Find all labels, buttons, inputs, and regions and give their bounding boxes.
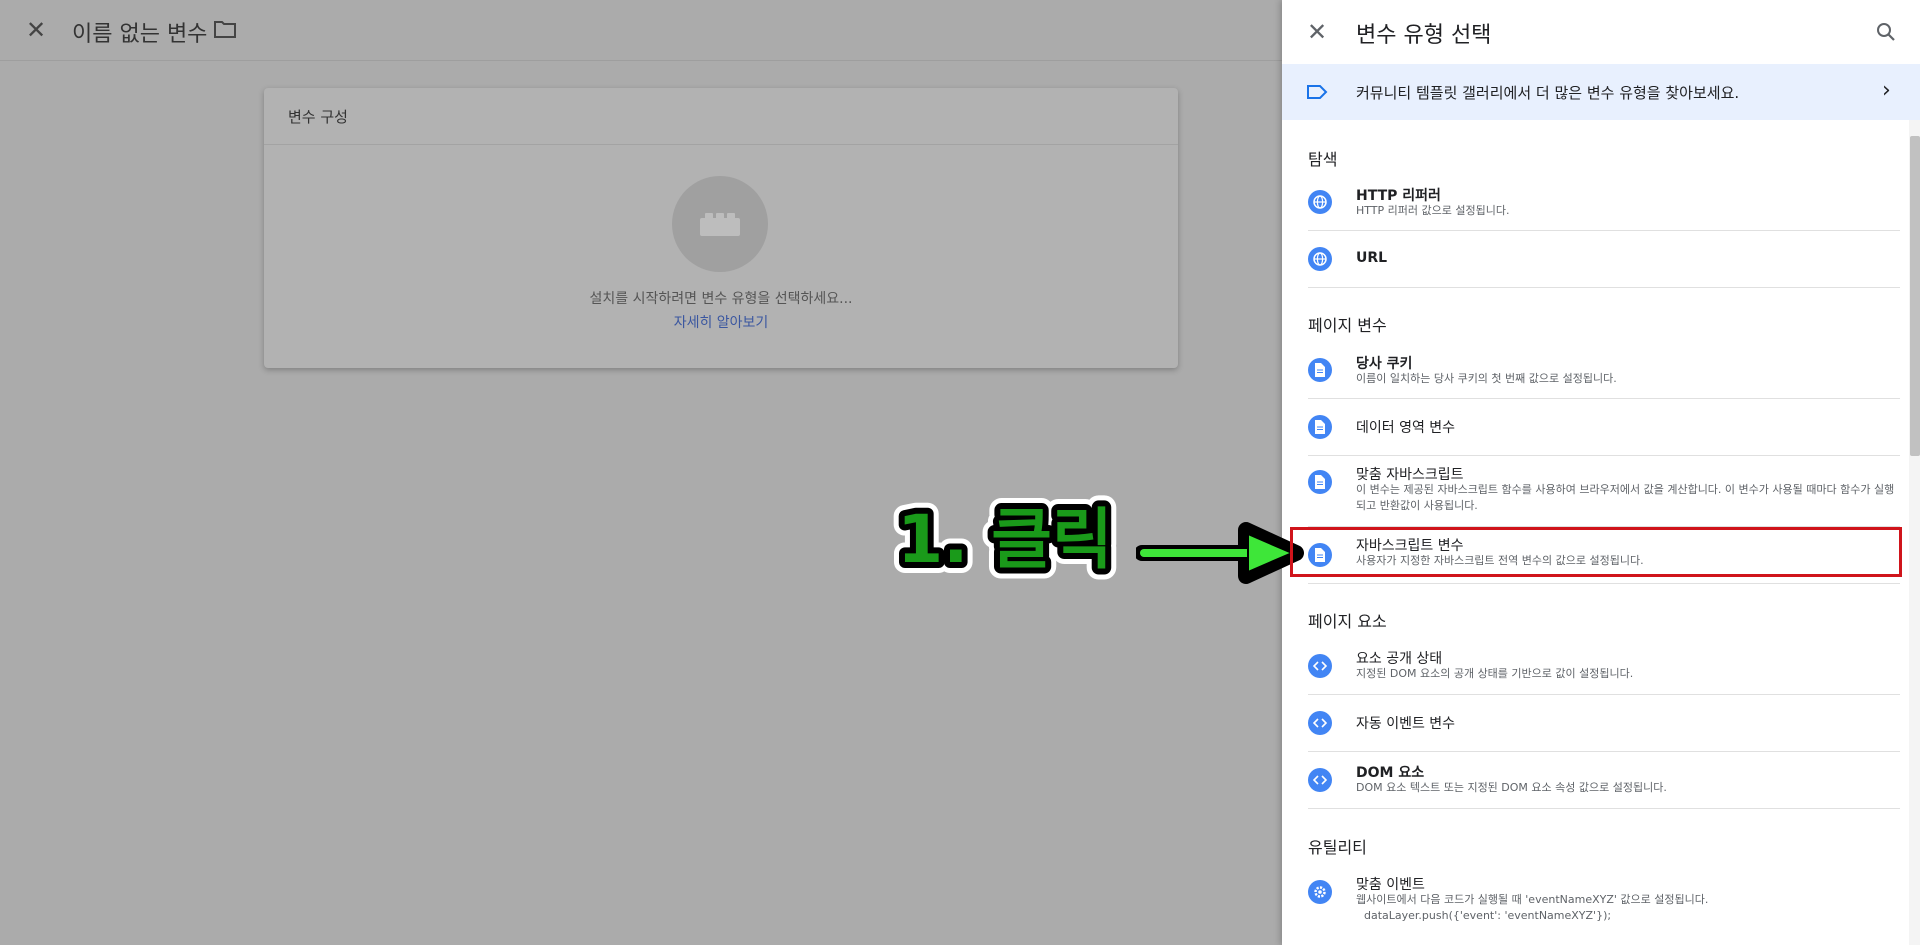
section-title-navigation: 탐색 xyxy=(1308,150,1338,169)
gear-icon xyxy=(1308,880,1332,904)
annotation-arrow xyxy=(1136,522,1304,584)
item-desc: DOM 요소 텍스트 또는 지정된 DOM 요소 속성 값으로 설정됩니다. xyxy=(1356,781,1667,794)
item-desc: 이름이 일치하는 당사 쿠키의 첫 번째 값으로 설정됩니다. xyxy=(1356,372,1617,385)
list-item-http-referrer[interactable]: HTTP 리퍼러 HTTP 리퍼러 값으로 설정됩니다. xyxy=(1308,176,1900,231)
item-name: 맞춤 이벤트 xyxy=(1356,877,1425,893)
banner-text: 커뮤니티 템플릿 갤러리에서 더 많은 변수 유형을 찾아보세요. xyxy=(1356,84,1740,102)
item-name: 당사 쿠키 xyxy=(1356,356,1413,372)
code-icon xyxy=(1308,711,1332,735)
panel-header: ✕ 변수 유형 선택 xyxy=(1282,0,1920,64)
annotation-label: 1. 클릭 xyxy=(897,501,1112,578)
list-item-first-party-cookie[interactable]: 당사 쿠키 이름이 일치하는 당사 쿠키의 첫 번째 값으로 설정됩니다. xyxy=(1308,344,1900,399)
globe-icon xyxy=(1308,190,1332,214)
list-item-data-layer-variable[interactable]: 데이터 영역 변수 xyxy=(1308,399,1900,456)
document-icon xyxy=(1308,358,1332,382)
item-name: DOM 요소 xyxy=(1356,765,1425,781)
item-desc: HTTP 리퍼러 값으로 설정됩니다. xyxy=(1356,204,1510,217)
document-icon xyxy=(1308,415,1332,439)
variable-type-panel: ✕ 변수 유형 선택 커뮤니티 템플릿 갤러리에서 더 많은 변수 유형을 찾아… xyxy=(1282,0,1920,945)
item-name: 데이터 영역 변수 xyxy=(1356,420,1456,436)
list-item-element-visibility[interactable]: 요소 공개 상태 지정된 DOM 요소의 공개 상태를 기반으로 값이 설정됩니… xyxy=(1308,640,1900,695)
label-tag-icon xyxy=(1307,85,1328,99)
variable-config-card[interactable]: 변수 구성 설치를 시작하려면 변수 유형을 선택하세요... 자세히 알아보기 xyxy=(264,88,1178,368)
list-item-dom-element[interactable]: DOM 요소 DOM 요소 텍스트 또는 지정된 DOM 요소 속성 값으로 설… xyxy=(1308,752,1900,809)
chevron-right-icon: › xyxy=(1882,78,1891,103)
list-item-auto-event-variable[interactable]: 자동 이벤트 변수 xyxy=(1308,695,1900,752)
item-name: 맞춤 자바스크립트 xyxy=(1356,467,1464,483)
document-icon xyxy=(1308,470,1332,494)
globe-icon xyxy=(1308,247,1332,271)
search-icon[interactable] xyxy=(1874,20,1898,44)
item-name: 자동 이벤트 변수 xyxy=(1356,716,1456,732)
item-name: HTTP 리퍼러 xyxy=(1356,188,1441,204)
list-item-url[interactable]: URL xyxy=(1308,231,1900,288)
variable-type-placeholder[interactable] xyxy=(672,176,768,272)
item-name: URL xyxy=(1356,250,1388,266)
panel-title: 변수 유형 선택 xyxy=(1356,23,1492,48)
section-title-page-variables: 페이지 변수 xyxy=(1308,316,1387,335)
code-icon xyxy=(1308,654,1332,678)
list-item-custom-javascript[interactable]: 맞춤 자바스크립트 이 변수는 제공된 자바스크립트 함수를 사용하여 브라우저… xyxy=(1308,456,1900,527)
annotation-step-label: 1. 클릭 1. 클릭 1. 클릭 xyxy=(886,490,1123,589)
community-gallery-banner[interactable]: 커뮤니티 템플릿 갤러리에서 더 많은 변수 유형을 찾아보세요. › xyxy=(1282,64,1920,120)
code-icon xyxy=(1308,768,1332,792)
section-title-page-elements: 페이지 요소 xyxy=(1308,612,1387,631)
item-desc: 이 변수는 제공된 자바스크립트 함수를 사용하여 브라우저에서 값을 계산합니… xyxy=(1356,483,1895,512)
item-code-snippet: dataLayer.push({'event': 'eventNameXYZ'}… xyxy=(1364,909,1612,922)
config-card-header: 변수 구성 xyxy=(264,88,1178,145)
list-item-custom-event[interactable]: 맞춤 이벤트 웹사이트에서 다음 코드가 실행될 때 'eventNameXYZ… xyxy=(1308,866,1900,945)
close-icon[interactable]: ✕ xyxy=(24,18,48,42)
brick-icon xyxy=(700,213,740,236)
item-desc: 지정된 DOM 요소의 공개 상태를 기반으로 값이 설정됩니다. xyxy=(1356,667,1634,680)
item-name: 요소 공개 상태 xyxy=(1356,651,1443,667)
learn-more-link[interactable]: 자세히 알아보기 xyxy=(264,312,1178,332)
scrollbar-thumb[interactable] xyxy=(1910,136,1920,456)
variable-name-title[interactable]: 이름 없는 변수 xyxy=(72,16,207,48)
close-panel-icon[interactable]: ✕ xyxy=(1304,19,1330,45)
config-prompt: 설치를 시작하려면 변수 유형을 선택하세요... xyxy=(589,291,853,307)
folder-icon[interactable] xyxy=(214,20,236,38)
item-desc: 웹사이트에서 다음 코드가 실행될 때 'eventNameXYZ' 값으로 설… xyxy=(1356,893,1709,906)
highlight-box-javascript-variable xyxy=(1290,527,1902,577)
section-title-utilities: 유틸리티 xyxy=(1308,838,1367,857)
